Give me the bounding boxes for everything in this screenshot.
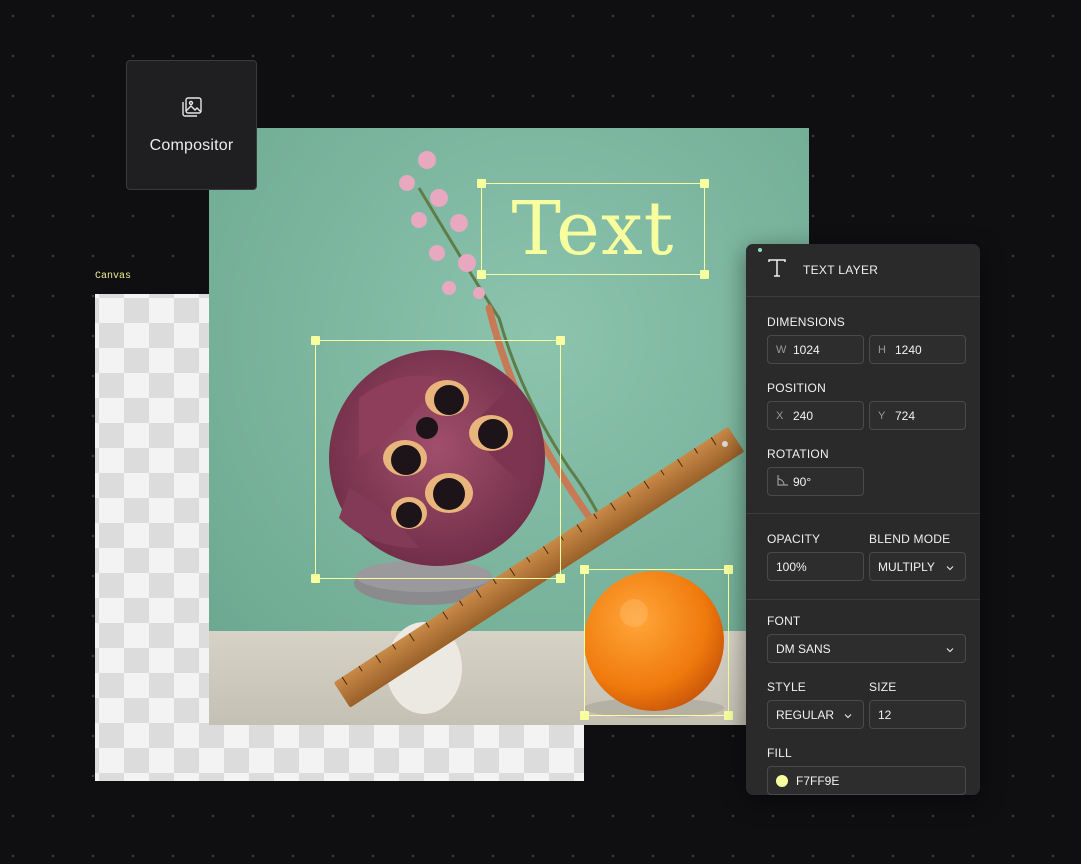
opacity-field[interactable]: 100%: [767, 552, 864, 581]
dimensions-label: DIMENSIONS: [767, 315, 846, 329]
blend-mode-label: BLEND MODE: [869, 532, 951, 546]
x-value: 240: [793, 408, 814, 423]
size-field[interactable]: 12: [869, 700, 966, 729]
y-field[interactable]: Y 724: [869, 401, 966, 430]
blend-mode-value: MULTIPLY: [878, 559, 935, 574]
fill-field[interactable]: F7FF9E: [767, 766, 966, 795]
size-value: 12: [878, 707, 892, 722]
fill-color-swatch[interactable]: [776, 774, 788, 787]
rotation-field[interactable]: 90°: [767, 467, 864, 496]
height-prefix: H: [878, 343, 886, 356]
width-value: 1024: [793, 342, 820, 357]
y-prefix: Y: [878, 409, 886, 422]
compositor-label: Compositor: [149, 136, 234, 154]
position-label: POSITION: [767, 381, 826, 395]
opacity-label: OPACITY: [767, 532, 821, 546]
x-prefix: X: [776, 409, 784, 422]
fill-label: FILL: [767, 746, 792, 760]
rotation-label: ROTATION: [767, 447, 829, 461]
photo-layer[interactable]: [209, 128, 809, 725]
panel-indicator-dot: [758, 248, 762, 252]
chevron-down-icon: [945, 562, 955, 576]
height-field[interactable]: H 1240: [869, 335, 966, 364]
style-select[interactable]: REGULAR: [767, 700, 864, 729]
width-prefix: W: [776, 343, 787, 356]
angle-icon: [776, 474, 793, 489]
style-label: STYLE: [767, 680, 807, 694]
height-value: 1240: [895, 342, 922, 357]
rotation-value: 90°: [793, 474, 812, 489]
image-stack-icon: [181, 96, 203, 123]
blend-mode-select[interactable]: MULTIPLY: [869, 552, 966, 581]
width-field[interactable]: W 1024: [767, 335, 864, 364]
compositor-card[interactable]: Compositor: [126, 60, 257, 190]
opacity-value: 100%: [776, 559, 807, 574]
style-value: REGULAR: [776, 707, 835, 722]
chevron-down-icon: [945, 644, 955, 658]
font-select[interactable]: DM SANS: [767, 634, 966, 663]
chevron-down-icon: [843, 710, 853, 724]
fill-value: F7FF9E: [796, 773, 840, 788]
panel-title: TEXT LAYER: [803, 263, 879, 277]
size-label: SIZE: [869, 680, 897, 694]
properties-panel: TEXT LAYER DIMENSIONS W 1024 H 1240 POSI…: [746, 244, 980, 795]
x-field[interactable]: X 240: [767, 401, 864, 430]
canvas-label: Canvas: [95, 271, 132, 282]
panel-header: TEXT LAYER: [746, 244, 980, 297]
text-type-icon: [767, 258, 787, 283]
font-value: DM SANS: [776, 641, 831, 656]
y-value: 724: [895, 408, 916, 423]
font-label: FONT: [767, 614, 801, 628]
